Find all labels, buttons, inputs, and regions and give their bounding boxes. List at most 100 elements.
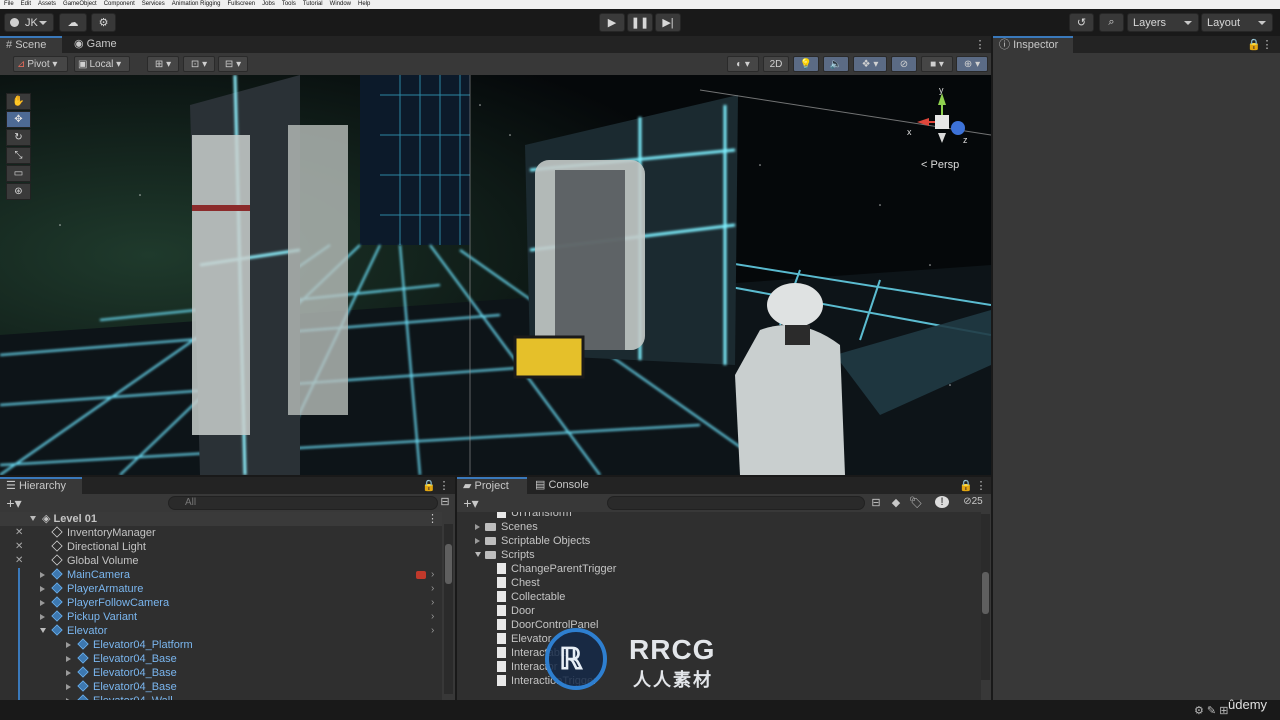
hand-tool[interactable]: ✋ xyxy=(6,93,31,110)
grid-snap-button[interactable]: ⊞ ▾ xyxy=(147,56,179,72)
pause-button[interactable]: ❚❚ xyxy=(627,13,653,32)
expand-icon[interactable] xyxy=(40,628,46,636)
project-lock-icon[interactable]: 🔒 xyxy=(959,479,973,492)
play-button[interactable]: ▶ xyxy=(599,13,625,32)
scale-tool[interactable]: ⤡ xyxy=(6,147,31,164)
visibility-hidden-icon[interactable]: ✕ xyxy=(15,540,23,554)
tab-hierarchy[interactable]: ☰ Hierarchy xyxy=(0,477,82,494)
persp-label[interactable]: < Persp xyxy=(921,159,959,171)
step-button[interactable]: ▶| xyxy=(655,13,681,32)
rotate-tool[interactable]: ↻ xyxy=(6,129,31,146)
scene-search-icon[interactable]: ⊟ xyxy=(438,495,452,508)
shading-dropdown[interactable]: ◐ ▾ xyxy=(727,56,759,72)
menu-item[interactable]: Jobs xyxy=(262,0,275,9)
project-item[interactable]: Chest xyxy=(457,576,981,590)
2d-toggle[interactable]: 2D xyxy=(763,56,789,72)
hierarchy-item[interactable]: Elevator04_Platform xyxy=(0,638,442,652)
chevron-right-icon[interactable]: › xyxy=(431,610,434,624)
orientation-gizmo[interactable]: x y z < Persp xyxy=(905,85,985,175)
hierarchy-item[interactable]: Elevator04_Base xyxy=(0,666,442,680)
hierarchy-item[interactable]: › PlayerArmature xyxy=(0,582,442,596)
camera-dropdown[interactable]: ■ ▾ xyxy=(921,56,953,72)
project-item[interactable]: Collectable xyxy=(457,590,981,604)
expand-icon[interactable] xyxy=(475,538,483,544)
hierarchy-item[interactable]: › Elevator xyxy=(0,624,442,638)
audio-toggle[interactable]: 🔈 xyxy=(823,56,849,72)
hierarchy-item[interactable]: ✕ Global Volume xyxy=(0,554,442,568)
add-icon[interactable]: +▾ xyxy=(4,495,24,512)
search-by-type-icon[interactable]: ⊟ xyxy=(869,496,883,509)
hierarchy-item[interactable]: › MainCamera xyxy=(0,568,442,582)
rect-tool[interactable]: ▭ xyxy=(6,165,31,182)
menu-item[interactable]: Help xyxy=(358,0,370,9)
project-item[interactable]: Scriptable Objects xyxy=(457,534,981,548)
chevron-right-icon[interactable]: › xyxy=(431,568,434,582)
lighting-toggle[interactable]: 💡 xyxy=(793,56,819,72)
history-button[interactable]: ↺ xyxy=(1069,13,1094,32)
project-item[interactable]: Door xyxy=(457,604,981,618)
hierarchy-item[interactable]: › PlayerFollowCamera xyxy=(0,596,442,610)
tab-game[interactable]: ◉ Game xyxy=(70,36,130,53)
project-item[interactable]: Scenes xyxy=(457,520,981,534)
align-button[interactable]: ⊟ ▾ xyxy=(218,56,248,72)
increment-snap-button[interactable]: ⊡ ▾ xyxy=(183,56,215,72)
project-add-icon[interactable]: +▾ xyxy=(461,495,481,512)
tab-project[interactable]: ▰ Project xyxy=(457,477,527,494)
menu-item[interactable]: GameObject xyxy=(63,0,97,9)
visibility-hidden-icon[interactable]: ✕ xyxy=(15,554,23,568)
chevron-right-icon[interactable]: › xyxy=(431,582,434,596)
expand-icon[interactable] xyxy=(475,552,481,560)
scene-more-icon[interactable]: ⋮ xyxy=(427,512,438,525)
filter-icon[interactable]: ◆ xyxy=(889,496,903,509)
menu-item[interactable]: Fullscreen xyxy=(227,0,255,9)
effects-dropdown[interactable]: ❖ ▾ xyxy=(853,56,887,72)
project-item[interactable]: Scripts xyxy=(457,548,981,562)
inspector-more-icon[interactable]: ⋮ xyxy=(1261,38,1273,51)
local-dropdown[interactable]: ▣ Local ▾ xyxy=(74,56,130,72)
menu-item[interactable]: Tutorial xyxy=(303,0,323,9)
move-tool[interactable]: ✥ xyxy=(6,111,31,128)
expand-icon[interactable] xyxy=(40,600,48,606)
account-dropdown[interactable]: JK xyxy=(4,13,54,32)
project-scrollbar[interactable] xyxy=(981,514,990,680)
hierarchy-item[interactable]: ✕ Directional Light xyxy=(0,540,442,554)
scene-viewport[interactable]: ✋ ✥ ↻ ⤡ ▭ ⊛ x y z < Persp xyxy=(0,75,991,475)
tab-inspector[interactable]: ⓘ Inspector xyxy=(993,36,1073,53)
tab-scene[interactable]: # Scene xyxy=(0,36,62,53)
chevron-right-icon[interactable]: › xyxy=(431,624,434,638)
hierarchy-item[interactable]: Elevator04_Base xyxy=(0,680,442,694)
expand-icon[interactable] xyxy=(66,642,74,648)
scene-row[interactable]: ◈ Level 01 xyxy=(0,512,442,526)
transform-tool[interactable]: ⊛ xyxy=(6,183,31,200)
lock-icon[interactable]: 🔒 xyxy=(1247,38,1261,51)
project-item[interactable]: ChangeParentTrigger xyxy=(457,562,981,576)
expand-icon[interactable] xyxy=(66,670,74,676)
pivot-dropdown[interactable]: ⊿ Pivot ▾ xyxy=(13,56,68,72)
menu-item[interactable]: Tools xyxy=(282,0,296,9)
tab-console[interactable]: ▤ Console xyxy=(531,477,597,494)
hierarchy-item[interactable]: ✕ InventoryManager xyxy=(0,526,442,540)
expand-icon[interactable] xyxy=(66,684,74,690)
expand-icon[interactable] xyxy=(475,524,483,530)
project-search-input[interactable] xyxy=(607,496,865,510)
menu-item[interactable]: Edit xyxy=(21,0,31,9)
hierarchy-lock-icon[interactable]: 🔒 xyxy=(422,479,436,492)
hierarchy-more-icon[interactable]: ⋮ xyxy=(438,479,450,492)
visibility-hidden-icon[interactable]: ✕ xyxy=(15,526,23,540)
menu-item[interactable]: Window xyxy=(330,0,351,9)
visibility-toggle[interactable]: ⊘ xyxy=(891,56,917,72)
layers-dropdown[interactable]: Layers xyxy=(1127,13,1199,32)
chevron-right-icon[interactable]: › xyxy=(431,596,434,610)
search-button[interactable]: ⌕ xyxy=(1099,13,1124,32)
collab-button[interactable]: ⚙ xyxy=(91,13,116,32)
expand-icon[interactable] xyxy=(66,656,74,662)
warning-icon[interactable]: ! xyxy=(935,496,949,508)
menu-item[interactable]: Assets xyxy=(38,0,56,9)
layout-dropdown[interactable]: Layout xyxy=(1201,13,1273,32)
hierarchy-item[interactable]: Elevator04_Base xyxy=(0,652,442,666)
menu-item[interactable]: Component xyxy=(104,0,135,9)
more-icon[interactable]: ⋮ xyxy=(974,38,986,51)
cloud-button[interactable]: ☁ xyxy=(59,13,87,32)
hierarchy-search-input[interactable]: All xyxy=(168,496,438,510)
label-icon[interactable]: 🏷 xyxy=(909,496,923,509)
